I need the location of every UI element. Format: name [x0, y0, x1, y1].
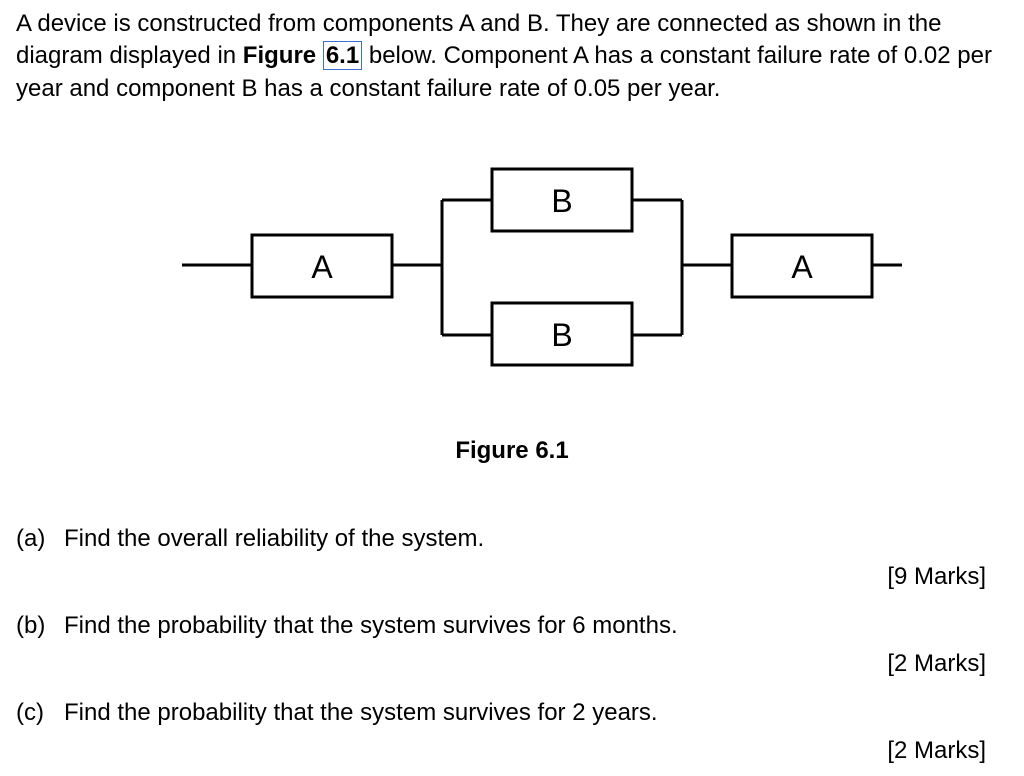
problem-intro: A device is constructed from components …: [16, 8, 1008, 105]
question-c-text: Find the probability that the system sur…: [64, 697, 1008, 729]
question-a-text: Find the overall reliability of the syst…: [64, 523, 1008, 555]
figure-caption: Figure 6.1: [16, 435, 1008, 467]
block-a-right-label: A: [791, 249, 813, 285]
question-b: (b) Find the probability that the system…: [16, 610, 1008, 642]
question-a-marks: [9 Marks]: [16, 561, 1008, 593]
question-b-label: (b): [16, 610, 64, 642]
question-a-label: (a): [16, 523, 64, 555]
question-a: (a) Find the overall reliability of the …: [16, 523, 1008, 555]
reliability-diagram: A B B A Figure 6.1: [16, 145, 1008, 467]
question-b-text: Find the probability that the system sur…: [64, 610, 1008, 642]
block-a-left-label: A: [311, 249, 333, 285]
figure-word: Figure: [243, 42, 323, 69]
block-diagram-svg: A B B A: [122, 145, 902, 385]
question-b-marks: [2 Marks]: [16, 648, 1008, 680]
figure-ref-link: 6.1: [323, 41, 362, 70]
question-c-label: (c): [16, 697, 64, 729]
question-c: (c) Find the probability that the system…: [16, 697, 1008, 729]
block-b-top-label: B: [551, 183, 572, 219]
question-c-marks: [2 Marks]: [16, 735, 1008, 767]
question-list: (a) Find the overall reliability of the …: [16, 523, 1008, 767]
block-b-bottom-label: B: [551, 317, 572, 353]
